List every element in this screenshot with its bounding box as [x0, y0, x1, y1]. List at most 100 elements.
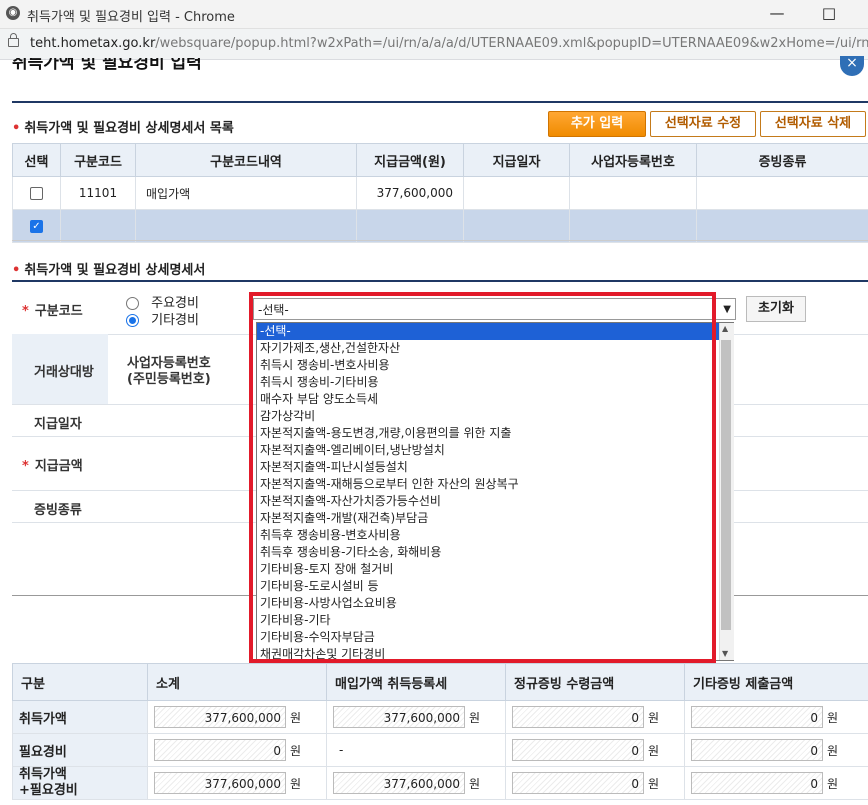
scroll-up-icon[interactable]: ▲: [722, 324, 728, 333]
chevron-down-icon[interactable]: ▼: [723, 299, 731, 321]
summary-cell: 0원: [505, 766, 685, 800]
row-proof: [696, 176, 868, 210]
page-title: 취득가액 및 필요경비 입력: [12, 58, 202, 74]
other-proof-field: 0: [691, 706, 823, 728]
amount-label-text: 지급금액: [34, 459, 83, 474]
page-title-text: 취득가액 및 필요경비 입력: [12, 58, 202, 73]
formal-proof-field: 0: [512, 772, 644, 794]
bullet-icon: •: [12, 263, 21, 278]
row-desc: [135, 209, 357, 243]
detail-section-title-text: 취득가액 및 필요경비 상세명세서: [24, 263, 206, 278]
subtotal-field: 377,600,000: [154, 706, 286, 728]
summary-row-label: 취득가액 +필요경비: [12, 766, 148, 800]
header-divider: [12, 101, 868, 103]
dropdown-scrollbar-thumb[interactable]: [721, 340, 731, 630]
required-icon: *: [22, 459, 29, 474]
row-checkbox[interactable]: [30, 187, 43, 200]
summary-cell: 0원: [684, 766, 868, 800]
row-desc: 매입가액: [135, 176, 357, 210]
bullet-icon: •: [12, 121, 21, 136]
col-date: 지급일자: [463, 143, 570, 177]
row-date: [463, 209, 570, 243]
col-code-desc: 구분코드내역: [135, 143, 357, 177]
add-entry-button[interactable]: 추가 입력: [548, 111, 646, 137]
row-select-cell[interactable]: ✓: [12, 209, 61, 243]
table-row[interactable]: 11101 매입가액 377,600,000: [12, 176, 868, 210]
summary-row-label: 필요경비: [12, 733, 148, 767]
list-section-title-text: 취득가액 및 필요경비 상세명세서 목록: [24, 121, 234, 136]
code-label-text: 구분코드: [34, 304, 83, 319]
subtotal-field: 0: [154, 739, 286, 761]
detail-list-table: 선택 구분코드 구분코드내역 지급금액(원) 지급일자 사업자등록번호 증빙종류…: [12, 143, 868, 243]
lock-icon: [8, 33, 19, 47]
unit-label: 원: [648, 710, 660, 725]
unit-label: 원: [648, 743, 660, 758]
unit-label: 원: [469, 776, 481, 791]
col-select: 선택: [12, 143, 61, 177]
minimize-button[interactable]: —: [760, 2, 794, 24]
unit-label: 원: [290, 710, 302, 725]
summary-col-other-proof: 기타증빙 제출금액: [684, 663, 868, 701]
highlight-box: [249, 292, 716, 663]
unit-label: 원: [827, 743, 839, 758]
url-text[interactable]: teht.hometax.go.kr/websquare/popup.html?…: [30, 36, 868, 51]
summary-cell: 377,600,000 원: [147, 700, 327, 734]
scroll-down-icon[interactable]: ▼: [722, 649, 728, 658]
checked-checkbox-icon[interactable]: ✓: [30, 220, 43, 233]
edit-selected-button[interactable]: 선택자료 수정: [650, 111, 756, 137]
unit-label: 원: [827, 776, 839, 791]
delete-selected-button[interactable]: 선택자료 삭제: [760, 111, 866, 137]
row-bizno: [569, 209, 697, 243]
window-title: 취득가액 및 필요경비 입력 - Chrome: [27, 10, 235, 25]
col-bizno: 사업자등록번호: [569, 143, 697, 177]
col-amount: 지급금액(원): [356, 143, 464, 177]
summary-header-row: 구분 소계 매입가액 취득등록세 정규증빙 수령금액 기타증빙 제출금액: [12, 663, 868, 701]
formal-proof-field: 0: [512, 739, 644, 761]
summary-col-formal-proof: 정규증빙 수령금액: [505, 663, 685, 701]
purchase-dash: -: [326, 733, 506, 767]
summary-col-type: 구분: [12, 663, 148, 701]
required-icon: *: [22, 304, 29, 319]
unit-label: 원: [827, 710, 839, 725]
summary-row-total: 취득가액 +필요경비 377,600,000 원 377,600,000 원 0원 0…: [12, 766, 868, 800]
reset-button[interactable]: 초기화: [746, 296, 806, 322]
row-bizno: [569, 176, 697, 210]
close-popup-button[interactable]: ×: [840, 56, 864, 76]
formal-proof-field: 0: [512, 706, 644, 728]
summary-row-acquisition: 취득가액 377,600,000 원 377,600,000 원 0원 0원: [12, 700, 868, 734]
proof-label: 증빙종류: [34, 503, 82, 518]
detail-section-title: • 취득가액 및 필요경비 상세명세서: [12, 259, 205, 278]
row-select-cell[interactable]: [12, 176, 61, 210]
maximize-button[interactable]: □: [812, 2, 846, 24]
purchase-field: 377,600,000: [333, 706, 465, 728]
bizno-label-2: (주민등록번호): [127, 372, 211, 387]
radio-other-label: 기타경비: [151, 313, 199, 328]
total-label-1: 취득가액: [19, 767, 67, 782]
row-proof: [696, 209, 868, 243]
summary-cell: 0원: [505, 733, 685, 767]
summary-cell: 377,600,000 원: [326, 766, 506, 800]
table-row-selected[interactable]: ✓: [12, 209, 868, 243]
row-amount: 377,600,000: [356, 176, 464, 210]
summary-col-purchase: 매입가액 취득등록세: [326, 663, 506, 701]
col-proof: 증빙종류: [696, 143, 868, 177]
list-section-title: • 취득가액 및 필요경비 상세명세서 목록: [12, 117, 234, 136]
subtotal-field: 377,600,000: [154, 772, 286, 794]
summary-table: 구분 소계 매입가액 취득등록세 정규증빙 수령금액 기타증빙 제출금액 취득가…: [12, 663, 868, 800]
other-proof-field: 0: [691, 772, 823, 794]
summary-cell: 0원: [684, 700, 868, 734]
summary-cell: 0원: [147, 733, 327, 767]
summary-col-subtotal: 소계: [147, 663, 327, 701]
radio-other[interactable]: [126, 314, 139, 327]
purchase-field: 377,600,000: [333, 772, 465, 794]
date-label: 지급일자: [34, 417, 82, 432]
unit-label: 원: [290, 743, 302, 758]
radio-other-option[interactable]: 기타경비: [126, 309, 199, 328]
row-code: 11101: [60, 176, 136, 210]
summary-row-expense: 필요경비 0원 - 0원 0원: [12, 733, 868, 767]
code-label: * 구분코드: [22, 300, 83, 319]
col-code: 구분코드: [60, 143, 136, 177]
section-divider: [12, 240, 868, 241]
row-amount: [356, 209, 464, 243]
unit-label: 원: [290, 776, 302, 791]
